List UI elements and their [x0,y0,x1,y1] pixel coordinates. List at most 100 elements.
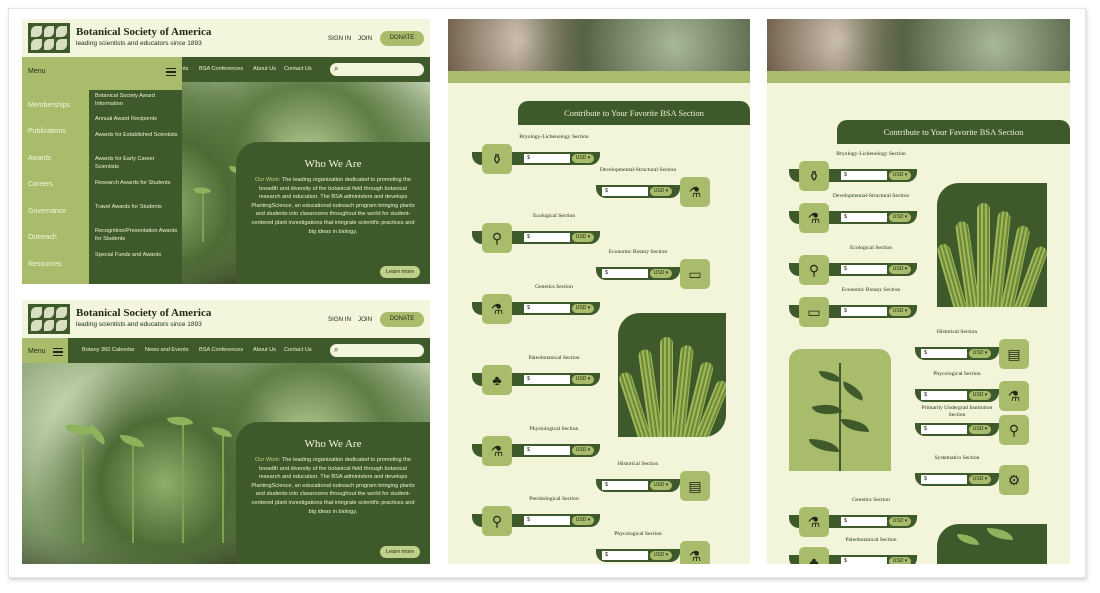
who-body: Our Work: The leading organization dedic… [251,457,415,515]
gear-icon: ⚙ [999,465,1029,495]
chevron-down-icon: ▾ [664,270,669,276]
currency-select[interactable]: USD ▾ [650,481,672,490]
nav-item-contact[interactable]: Contact Us [284,347,312,353]
submenu-item[interactable]: Recognition/Presentation Awards for Stud… [95,228,179,243]
currency-select[interactable]: USD ▾ [650,187,672,196]
amount-input[interactable]: $ [602,481,648,490]
amount-input[interactable]: $ [524,233,570,242]
currency-select[interactable]: USD ▾ [889,557,911,564]
nav-item-news[interactable]: News and Events [145,347,189,353]
nav-item-partial[interactable]: nts [181,66,188,72]
amount-input[interactable]: $ [921,349,967,358]
menu-item-memberships[interactable]: Memberships [28,102,70,109]
nav-item-contact[interactable]: Contact Us [284,66,312,72]
submenu-item[interactable]: Travel Awards for Students [95,204,179,212]
awards-submenu: Botanical Society Award Information Annu… [89,90,182,284]
sign-in-link[interactable]: SIGN IN [328,316,351,323]
amount-input[interactable]: $ [524,304,570,313]
donate-button[interactable]: DONATE [380,312,424,327]
menu-item-careers[interactable]: Careers [28,181,53,188]
amount-input[interactable]: $ [841,171,887,180]
nav-item-conferences[interactable]: BSA Conferences [199,347,243,353]
currency-select[interactable]: USD ▾ [889,307,911,316]
submenu-item[interactable]: Special Funds and Awards [95,252,179,260]
join-link[interactable]: JOIN [358,35,372,42]
amount-input[interactable]: $ [602,551,648,560]
currency-select[interactable]: USD ▾ [969,349,991,358]
currency-label: USD [972,392,984,398]
section-name: Phycological Section [614,531,662,537]
amount-input[interactable]: $ [841,557,887,564]
amount-input[interactable]: $ [524,516,570,525]
amount-input[interactable]: $ [602,269,648,278]
search-input[interactable]: ⌕ [330,63,424,76]
hamburger-icon[interactable] [166,68,176,76]
amount-input[interactable]: $ [841,517,887,526]
nav-item-calendar[interactable]: Botany 360 Calendar [82,347,135,353]
currency-select[interactable]: USD ▾ [572,446,594,455]
amount-input[interactable]: $ [524,375,570,384]
amount-input[interactable]: $ [524,446,570,455]
search-input[interactable]: ⌕ [330,344,424,357]
menu-item-publications[interactable]: Publications [28,128,66,135]
submenu-item[interactable]: Awards for Early Career Scientists [95,156,179,171]
menu-header[interactable]: Menu [22,57,182,89]
section-name: Developmental-Structural Section [832,193,910,199]
nav-item-about[interactable]: About Us [253,66,276,72]
amount-input[interactable]: $ [602,187,648,196]
bsa-logo[interactable] [28,23,70,53]
currency-select[interactable]: USD ▾ [572,154,594,163]
menu-item-resources[interactable]: Resources [28,261,61,268]
section-name: Primarily Undergrad Institution Section [921,405,993,418]
currency-select[interactable]: USD ▾ [650,551,672,560]
nav-item-about[interactable]: About Us [253,347,276,353]
learn-more-button[interactable]: Learn more [380,266,420,278]
currency-select[interactable]: USD ▾ [889,265,911,274]
search-icon: ⌕ [334,345,339,354]
amount-input[interactable]: $ [921,475,967,484]
submenu-item[interactable]: Awards for Established Scientists [95,132,179,140]
banner-image [767,19,1070,71]
currency-select[interactable]: USD ▾ [650,269,672,278]
nav-item-conferences[interactable]: BSA Conferences [199,66,243,72]
currency-label: USD [653,482,665,488]
amount-input[interactable]: $ [841,307,887,316]
submenu-item[interactable]: Botanical Society Award Information [95,93,179,108]
amount-input[interactable]: $ [524,154,570,163]
currency-select[interactable]: USD ▾ [572,304,594,313]
donate-button[interactable]: DONATE [380,31,424,46]
menu-item-awards[interactable]: Awards [28,155,51,162]
section-widget: $ USD ▾ Genetics Section ⚗ [789,497,917,537]
join-link[interactable]: JOIN [358,316,372,323]
amount-input[interactable]: $ [921,391,967,400]
currency-select[interactable]: USD ▾ [889,213,911,222]
chevron-down-icon: ▾ [983,350,988,356]
learn-more-button[interactable]: Learn more [380,546,420,558]
contribute-heading: Contribute to Your Favorite BSA Section [837,120,1070,144]
chevron-down-icon: ▾ [664,552,669,558]
submenu-item[interactable]: Annual Award Recipients [95,116,179,124]
cactus-image [937,183,1047,307]
amount-input[interactable]: $ [841,213,887,222]
tagline: leading scientists and educators since 1… [76,321,202,328]
jar-icon: ⚱ [482,144,512,174]
currency-select[interactable]: USD ▾ [572,233,594,242]
currency-select[interactable]: USD ▾ [572,375,594,384]
site-header: Botanical Society of America leading sci… [22,300,430,338]
amount-input[interactable]: $ [921,425,967,434]
contribute-page-layout-b: Contribute to Your Favorite BSA Section … [767,19,1070,564]
currency-select[interactable]: USD ▾ [969,475,991,484]
currency-select[interactable]: USD ▾ [572,516,594,525]
section-name: Developmental-Structural Section [599,167,677,173]
submenu-item[interactable]: Research Awards for Students [95,180,179,188]
bsa-logo[interactable] [28,304,70,334]
currency-select[interactable]: USD ▾ [889,517,911,526]
currency-select[interactable]: USD ▾ [969,391,991,400]
menu-item-governance[interactable]: Governance [28,208,66,215]
menu-item-outreach[interactable]: Outreach [28,234,57,241]
amount-input[interactable]: $ [841,265,887,274]
currency-select[interactable]: USD ▾ [889,171,911,180]
sign-in-link[interactable]: SIGN IN [328,35,351,42]
currency-select[interactable]: USD ▾ [969,425,991,434]
currency-label: USD [653,270,665,276]
